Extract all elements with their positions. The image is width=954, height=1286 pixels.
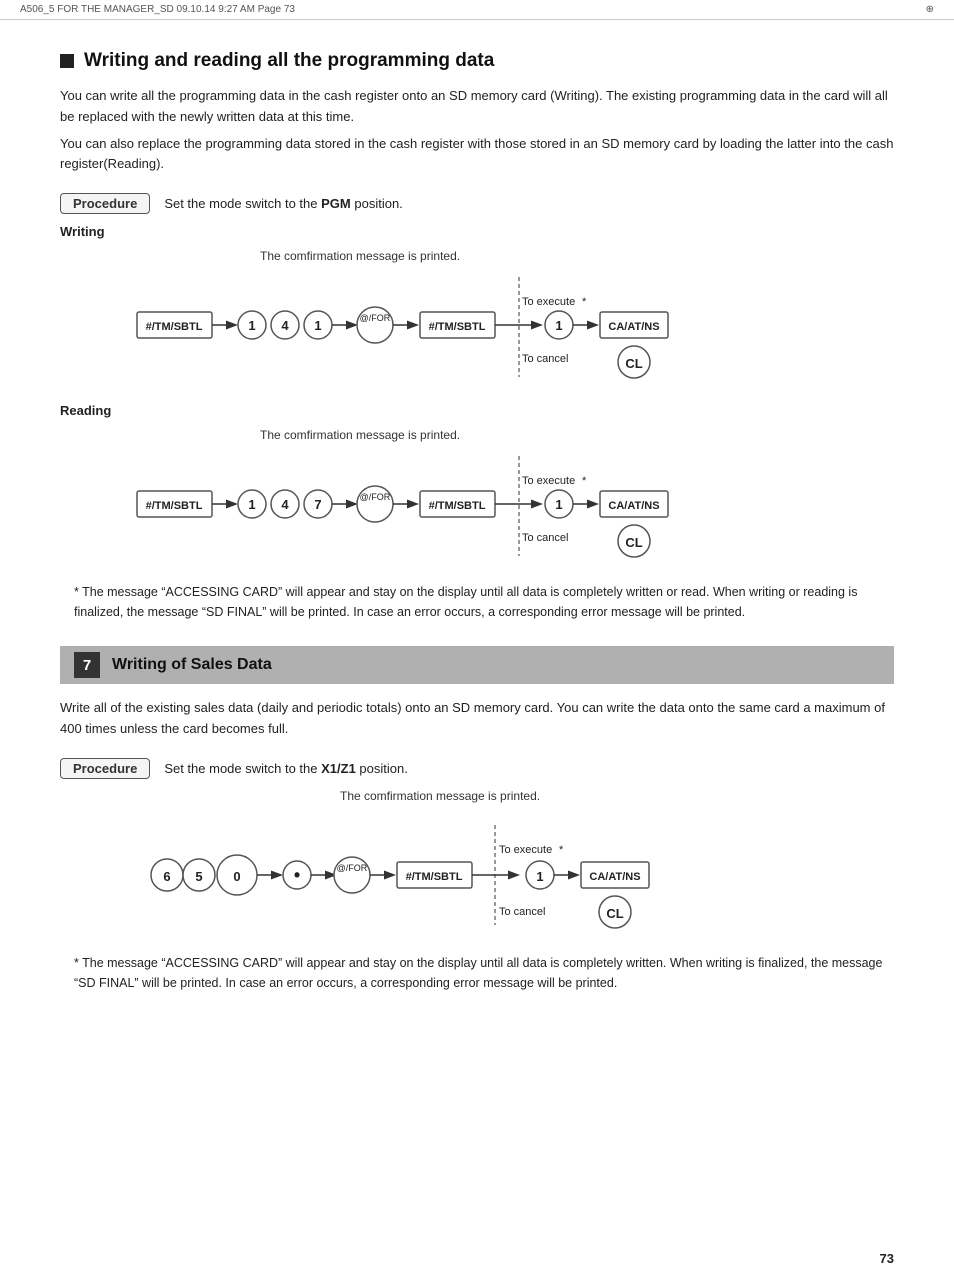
svg-text:To cancel: To cancel (499, 906, 545, 918)
procedure-row-2: Procedure Set the mode switch to the X1/… (60, 758, 894, 779)
svg-text:@/FOR: @/FOR (337, 863, 368, 873)
procedure-text-1: Set the mode switch to the PGM position. (164, 196, 402, 211)
writing-confirmation-note: The comfirmation message is printed. (260, 249, 894, 263)
header-page-mark: ⊕ (926, 4, 934, 15)
writing-label: Writing (60, 224, 894, 239)
section7-flow-svg: 6 5 0 • @/FOR (127, 807, 827, 937)
section7-body: Write all of the existing sales data (da… (60, 698, 894, 740)
body-text-1: You can write all the programming data i… (60, 86, 894, 128)
svg-text:1: 1 (248, 318, 255, 333)
svg-text:*: * (559, 844, 564, 856)
svg-text:#/TM/SBTL: #/TM/SBTL (406, 871, 463, 883)
svg-text:5: 5 (195, 869, 202, 884)
procedure-row-1: Procedure Set the mode switch to the PGM… (60, 193, 894, 214)
header-bar: A506_5 FOR THE MANAGER_SD 09.10.14 9:27 … (0, 0, 954, 20)
svg-text:0: 0 (233, 869, 240, 884)
svg-text:•: • (294, 865, 300, 885)
footnote-7: * The message “ACCESSING CARD” will appe… (74, 953, 894, 993)
svg-text:CL: CL (625, 535, 642, 550)
svg-text:CL: CL (606, 906, 623, 921)
procedure-text-2: Set the mode switch to the X1/Z1 positio… (164, 761, 408, 776)
reading-label: Reading (60, 403, 894, 418)
svg-text:1: 1 (555, 318, 562, 333)
section7-header: 7 Writing of Sales Data (60, 646, 894, 684)
section7-confirmation-note: The comfirmation message is printed. (340, 789, 894, 803)
body-text-2: You can also replace the programming dat… (60, 134, 894, 176)
svg-text:CL: CL (625, 356, 642, 371)
svg-text:CA/AT/NS: CA/AT/NS (608, 500, 659, 512)
reading-diagram: The comfirmation message is printed. #/T… (60, 428, 894, 566)
svg-text:To execute: To execute (522, 475, 575, 487)
svg-text:#/TM/SBTL: #/TM/SBTL (146, 500, 203, 512)
svg-text:@/FOR: @/FOR (360, 313, 391, 323)
section7-diagram: The comfirmation message is printed. 6 5… (60, 789, 894, 937)
procedure-badge-2: Procedure (60, 758, 150, 779)
svg-text:4: 4 (281, 318, 289, 333)
writing-diagram: The comfirmation message is printed. #/T… (60, 249, 894, 387)
section7-title: Writing of Sales Data (112, 656, 272, 674)
svg-text:#/TM/SBTL: #/TM/SBTL (429, 321, 486, 333)
reading-confirmation-note: The comfirmation message is printed. (260, 428, 894, 442)
svg-text:4: 4 (281, 497, 289, 512)
svg-text:6: 6 (163, 869, 170, 884)
svg-text:*: * (582, 475, 587, 487)
svg-text:1: 1 (555, 497, 562, 512)
page-number: 73 (880, 1251, 894, 1266)
main-content: Writing and reading all the programming … (0, 20, 954, 1057)
svg-text:To execute: To execute (499, 844, 552, 856)
svg-text:1: 1 (314, 318, 321, 333)
svg-text:#/TM/SBTL: #/TM/SBTL (146, 321, 203, 333)
svg-text:#/TM/SBTL: #/TM/SBTL (429, 500, 486, 512)
section-main-title: Writing and reading all the programming … (84, 50, 494, 72)
section-title-writing-reading: Writing and reading all the programming … (60, 50, 894, 72)
reading-flow-svg: #/TM/SBTL 1 4 7 @/FOR #/TM/SBTL To execu… (127, 446, 827, 566)
svg-text:To execute: To execute (522, 296, 575, 308)
svg-text:CA/AT/NS: CA/AT/NS (608, 321, 659, 333)
svg-text:To cancel: To cancel (522, 353, 568, 365)
writing-flow-svg: #/TM/SBTL 1 4 1 @/FOR (127, 267, 827, 387)
svg-text:1: 1 (536, 869, 543, 884)
black-square-icon (60, 54, 74, 68)
svg-text:*: * (582, 296, 587, 308)
header-text: A506_5 FOR THE MANAGER_SD 09.10.14 9:27 … (20, 4, 295, 15)
svg-text:@/FOR: @/FOR (360, 492, 391, 502)
page-container: A506_5 FOR THE MANAGER_SD 09.10.14 9:27 … (0, 0, 954, 1286)
footnote-1: * The message “ACCESSING CARD” will appe… (74, 582, 894, 622)
section7-num: 7 (74, 652, 100, 678)
svg-text:1: 1 (248, 497, 255, 512)
svg-text:CA/AT/NS: CA/AT/NS (589, 871, 640, 883)
procedure-badge-1: Procedure (60, 193, 150, 214)
svg-text:7: 7 (314, 497, 321, 512)
svg-text:To cancel: To cancel (522, 532, 568, 544)
